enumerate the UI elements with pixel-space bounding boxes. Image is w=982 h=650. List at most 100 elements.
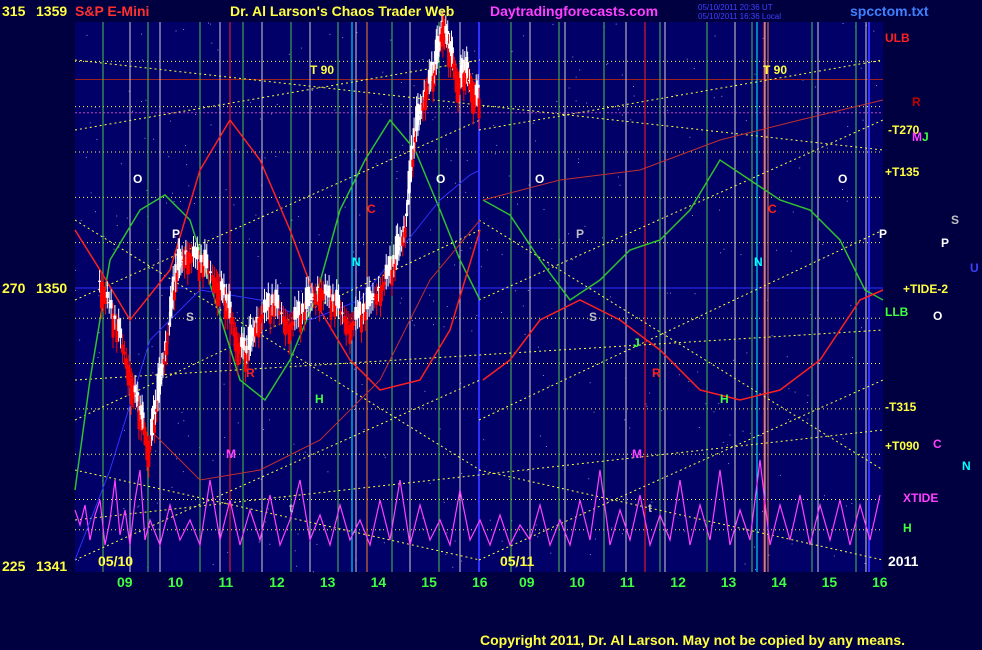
star-dot [746,352,748,354]
candle-body [340,312,344,314]
star-dot [211,42,213,44]
star-dot [375,163,377,165]
star-dot [383,454,385,456]
right-label: +T135 [885,165,920,179]
star-dot [579,69,581,71]
star-dot [686,58,688,60]
star-dot [552,23,554,25]
star-dot [353,368,355,370]
candle-body [302,312,306,321]
star-dot [445,148,447,150]
star-dot [549,280,551,281]
star-dot [78,560,79,562]
star-dot [742,59,744,61]
star-dot [705,403,707,405]
star-dot [714,35,716,37]
star-dot [471,330,473,332]
star-dot [740,254,742,256]
star-dot [621,74,623,76]
star-dot [353,251,355,253]
star-dot [646,405,648,407]
star-dot [745,120,747,122]
star-dot [794,391,796,393]
star-dot [548,385,550,387]
star-dot [742,430,744,432]
star-dot [300,47,302,49]
star-dot [294,550,296,552]
star-dot [258,541,260,543]
star-dot [810,314,812,316]
star-dot [260,118,261,120]
star-dot [208,22,209,24]
star-dot [184,145,186,147]
star-dot [288,53,290,55]
plot-label: T 90 [763,63,787,77]
star-dot [148,268,150,270]
star-dot [212,459,214,461]
star-dot [807,418,809,420]
star-dot [288,152,290,154]
star-dot [265,521,267,523]
y-axis-degree-bottom: 225 [2,558,26,574]
star-dot [791,543,793,545]
star-dot [98,295,100,297]
star-dot [298,344,300,345]
star-dot [744,563,746,565]
right-label: O [933,309,942,323]
hour-tick-label: 11 [620,574,635,590]
plot-label: P [576,227,584,241]
star-dot [353,149,355,151]
star-dot [310,107,312,109]
candle-body [361,303,365,314]
star-dot [120,163,122,165]
copyright-notice: Copyright 2011, Dr. Al Larson. May not b… [480,632,905,648]
star-dot [422,59,424,60]
star-dot [210,23,212,25]
candle-body [411,159,415,167]
star-dot [833,555,835,557]
star-dot [116,215,118,217]
plot-label: M [632,447,642,461]
star-dot [269,543,271,545]
star-dot [608,500,610,502]
star-dot [633,86,634,87]
star-dot [227,551,229,553]
plot-label: P [172,227,180,241]
star-dot [480,266,482,268]
star-dot [609,296,611,298]
star-dot [433,324,434,326]
star-dot [548,264,550,266]
star-dot [297,533,299,535]
plot-label: P [879,227,887,241]
star-dot [171,486,173,488]
star-dot [168,156,170,158]
star-dot [575,76,577,78]
plot-label: S [186,310,194,324]
star-dot [514,290,516,292]
plot-label: O [838,172,847,186]
star-dot [721,95,723,97]
candle-body [346,321,350,323]
star-dot [413,324,415,326]
star-dot [421,407,423,409]
star-dot [517,203,518,205]
star-dot [589,382,591,384]
plot-label: O [535,172,544,186]
star-dot [402,144,404,146]
candle-body [327,285,331,298]
star-dot [779,474,781,476]
star-dot [166,202,168,204]
star-dot [713,411,715,413]
star-dot [342,37,344,39]
star-dot [80,219,82,221]
star-dot [826,147,828,149]
star-dot [845,505,847,507]
star-dot [719,209,720,211]
star-dot [602,237,604,239]
hour-tick-label: 11 [218,574,233,590]
site-label: Daytradingforecasts.com [490,3,658,19]
hour-tick-label: 16 [472,574,488,590]
star-dot [762,510,764,512]
star-dot [396,178,398,180]
star-dot [383,542,385,544]
